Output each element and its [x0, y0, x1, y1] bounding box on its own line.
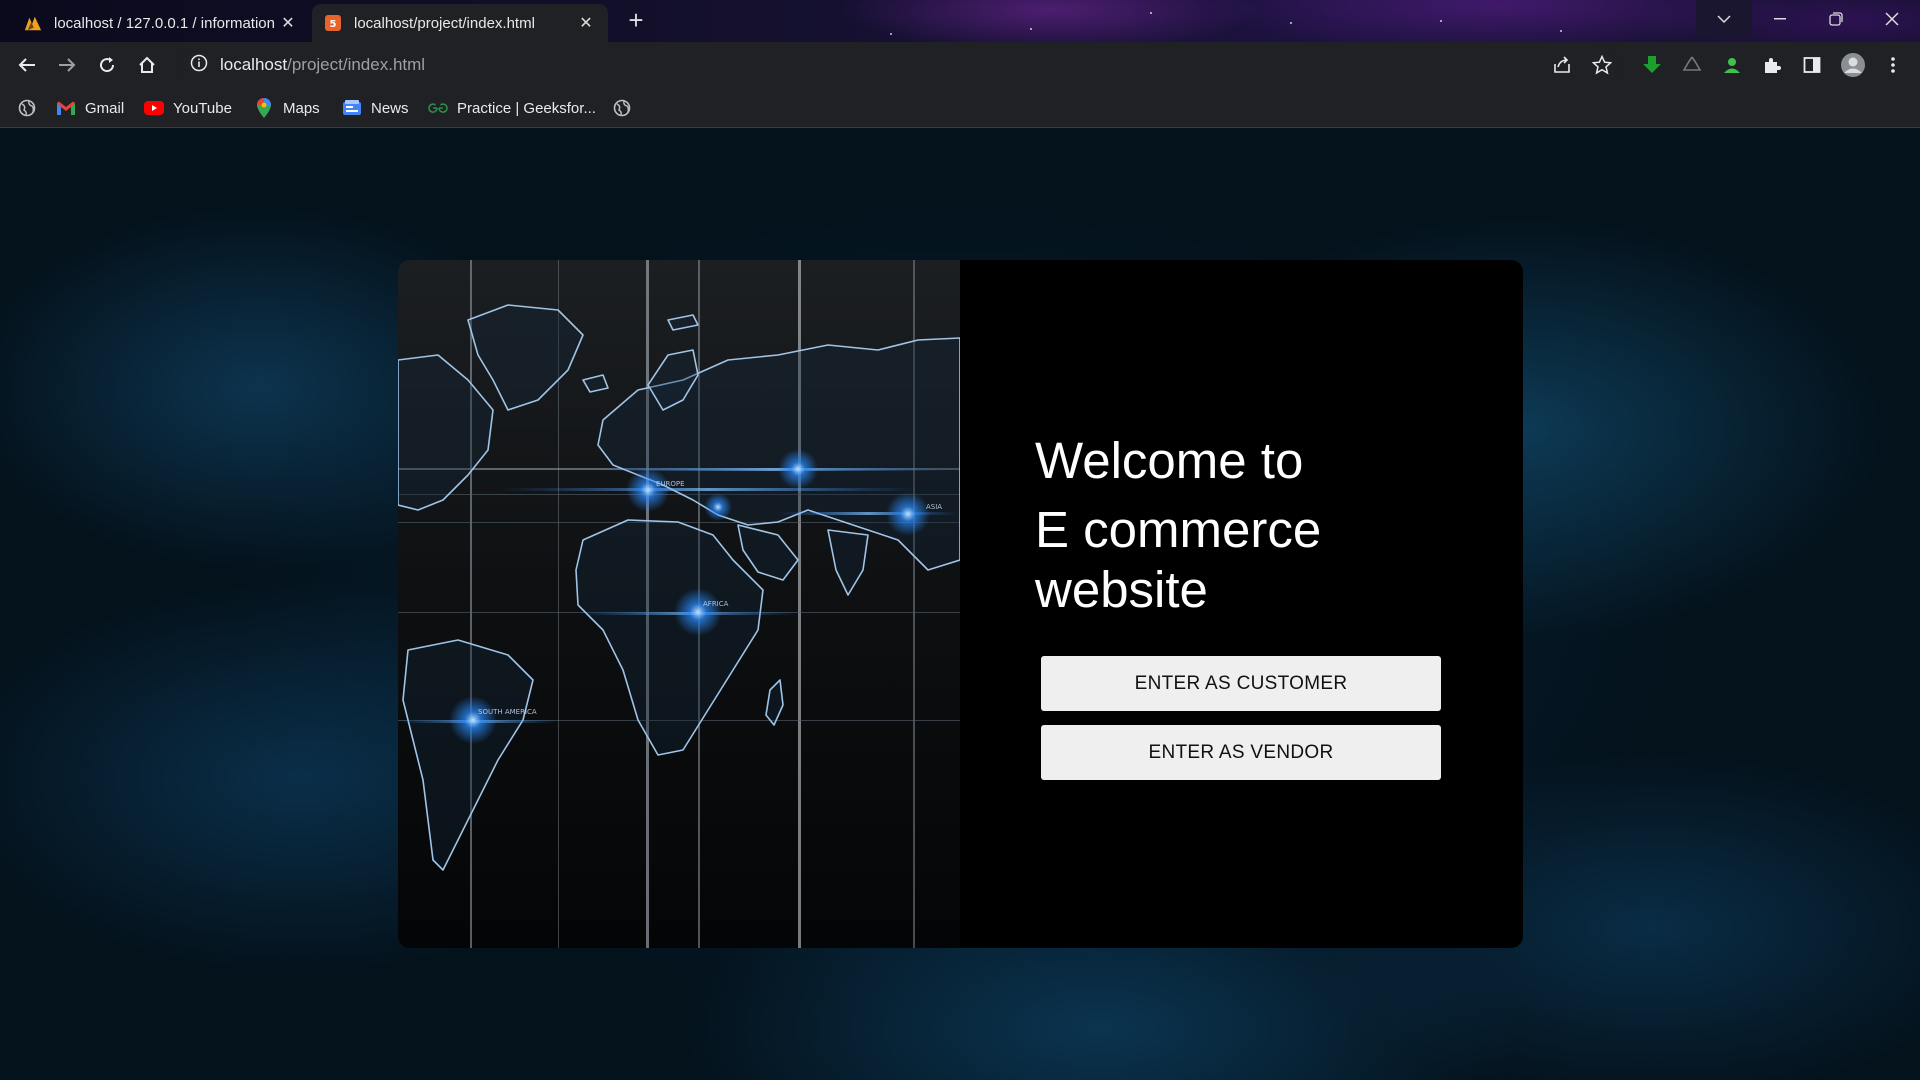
world-map-graphic: EUROPE ASIA AFRICA SOUTH AMERICA [398, 260, 960, 948]
bookmark-label: Maps [283, 99, 320, 117]
share-icon[interactable] [1547, 50, 1577, 80]
tab-phpmyadmin[interactable]: localhost / 127.0.0.1 / information ✕ [12, 4, 310, 42]
star-decoration [1150, 12, 1152, 14]
window-controls [1696, 0, 1920, 38]
welcome-card: EUROPE ASIA AFRICA SOUTH AMERICA Welcome… [398, 260, 1523, 948]
url-path: /project/index.html [287, 55, 426, 74]
bookmarks-bar: Gmail YouTube Maps News Practice | Geeks… [0, 88, 1920, 128]
back-icon[interactable] [12, 50, 42, 80]
browser-toolbar: localhost/project/index.html [0, 42, 1920, 88]
maps-icon [254, 98, 274, 118]
url-host: localhost [220, 55, 288, 74]
reload-icon[interactable] [92, 50, 122, 80]
site-info-icon[interactable] [190, 54, 208, 77]
restore-icon[interactable] [1808, 0, 1864, 38]
bookmark-label: Gmail [85, 99, 125, 117]
map-label-asia: ASIA [926, 503, 942, 511]
new-tab-button[interactable]: + [622, 7, 650, 35]
phpmyadmin-icon [24, 14, 42, 32]
enter-as-customer-button[interactable]: ENTER AS CUSTOMER [1041, 656, 1441, 711]
download-extension-icon[interactable] [1637, 50, 1667, 80]
bookmark-label: Practice | Geeksfor... [457, 99, 596, 117]
browser-titlebar: localhost / 127.0.0.1 / information ✕ 5 … [0, 0, 1920, 42]
apps-globe-icon[interactable] [18, 97, 36, 119]
tab-title: localhost/project/index.html [354, 14, 535, 32]
side-panel-icon[interactable] [1797, 50, 1827, 80]
recycle-extension-icon[interactable] [1677, 50, 1707, 80]
page-background: EUROPE ASIA AFRICA SOUTH AMERICA Welcome… [0, 128, 1920, 1080]
tab-project-index[interactable]: 5 localhost/project/index.html ✕ [312, 4, 608, 42]
browser-menu-icon[interactable] [1878, 50, 1908, 80]
globe-bookmark-icon[interactable] [613, 97, 631, 119]
star-decoration [1440, 20, 1442, 22]
bookmark-gmail[interactable]: Gmail [56, 97, 124, 119]
forward-icon[interactable] [52, 50, 82, 80]
tab-search-icon[interactable] [1696, 0, 1752, 38]
welcome-heading: Welcome to E commerce website [1035, 428, 1455, 620]
svg-text:5: 5 [330, 19, 337, 30]
close-icon[interactable]: ✕ [278, 13, 298, 33]
map-label-south-america: SOUTH AMERICA [478, 708, 537, 716]
map-label-africa: AFRICA [703, 600, 729, 608]
star-decoration [1290, 22, 1292, 24]
close-icon[interactable]: ✕ [576, 13, 596, 33]
star-decoration [1560, 30, 1562, 32]
star-decoration [1030, 28, 1032, 30]
home-icon[interactable] [132, 50, 162, 80]
profile-avatar[interactable] [1838, 50, 1868, 80]
news-icon [342, 98, 362, 118]
heading-line-3: website [1035, 561, 1208, 618]
bookmark-label: YouTube [173, 99, 232, 117]
extensions-puzzle-icon[interactable] [1757, 50, 1787, 80]
youtube-icon [144, 98, 164, 118]
green-extension-icon[interactable] [1717, 50, 1747, 80]
html5-icon: 5 [324, 14, 342, 32]
bookmark-maps[interactable]: Maps [254, 97, 320, 119]
bookmark-news[interactable]: News [342, 97, 409, 119]
url-text: localhost/project/index.html [220, 55, 425, 75]
close-window-icon[interactable] [1864, 0, 1920, 38]
gmail-icon [56, 98, 76, 118]
enter-as-vendor-button[interactable]: ENTER AS VENDOR [1041, 725, 1441, 780]
bookmark-geeksforgeeks[interactable]: Practice | Geeksfor... [428, 97, 596, 119]
bookmark-label: News [371, 99, 409, 117]
address-bar[interactable]: localhost/project/index.html [176, 48, 1622, 82]
geeksforgeeks-icon [428, 98, 448, 118]
map-label-europe: EUROPE [656, 480, 685, 488]
minimize-icon[interactable] [1752, 0, 1808, 38]
bookmark-star-icon[interactable] [1587, 50, 1617, 80]
heading-line-2: E commerce [1035, 501, 1322, 558]
star-decoration [890, 33, 892, 35]
heading-line-1: Welcome to [1035, 432, 1304, 489]
bookmark-youtube[interactable]: YouTube [144, 97, 232, 119]
welcome-content: Welcome to E commerce website [1035, 428, 1455, 620]
world-map-image: EUROPE ASIA AFRICA SOUTH AMERICA [398, 260, 960, 948]
tab-title: localhost / 127.0.0.1 / information [54, 14, 275, 32]
